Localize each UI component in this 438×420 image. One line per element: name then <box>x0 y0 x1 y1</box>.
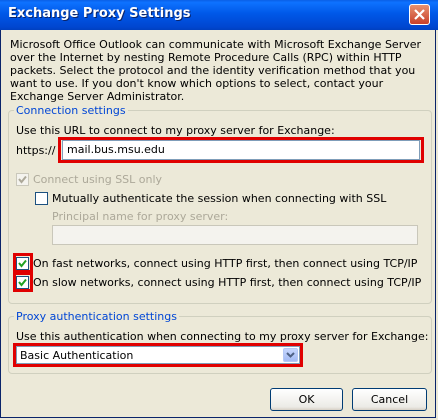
close-icon <box>414 9 425 20</box>
proxy-auth-legend: Proxy authentication settings <box>14 310 179 323</box>
mutual-auth-label: Mutually authenticate the session when c… <box>52 192 387 205</box>
ssl-label: Connect using SSL only <box>33 173 163 186</box>
auth-select[interactable]: Basic Authentication <box>16 346 300 364</box>
checkmark-icon <box>18 175 27 184</box>
slow-networks-checkbox[interactable] <box>16 276 29 289</box>
close-button[interactable] <box>409 4 430 25</box>
principal-input[interactable] <box>52 225 418 245</box>
ssl-checkbox[interactable] <box>16 173 29 186</box>
dialog-title: Exchange Proxy Settings <box>8 6 191 21</box>
mutual-auth-checkbox[interactable] <box>35 192 48 205</box>
chevron-down-icon <box>286 352 295 358</box>
fast-networks-checkbox[interactable] <box>16 257 29 270</box>
auth-select-value: Basic Authentication <box>20 349 134 362</box>
auth-label: Use this authentication when connecting … <box>16 330 429 343</box>
connection-settings-legend: Connection settings <box>14 104 128 117</box>
dropdown-arrow[interactable] <box>283 348 298 362</box>
fast-networks-label: On fast networks, connect using HTTP fir… <box>33 257 418 270</box>
url-input[interactable]: mail.bus.msu.edu <box>62 140 420 160</box>
intro-text: Microsoft Office Outlook can communicate… <box>10 38 422 103</box>
title-bar[interactable]: Exchange Proxy Settings <box>0 0 438 30</box>
checkmark-icon <box>18 278 27 287</box>
ok-button[interactable]: OK <box>270 388 343 411</box>
checkmark-icon <box>18 259 27 268</box>
url-label: Use this URL to connect to my proxy serv… <box>16 124 335 137</box>
principal-label: Principal name for proxy server: <box>52 210 229 223</box>
slow-networks-label: On slow networks, connect using HTTP fir… <box>33 276 422 289</box>
cancel-button[interactable]: Cancel <box>352 388 427 411</box>
url-prefix: https:// <box>16 144 56 157</box>
